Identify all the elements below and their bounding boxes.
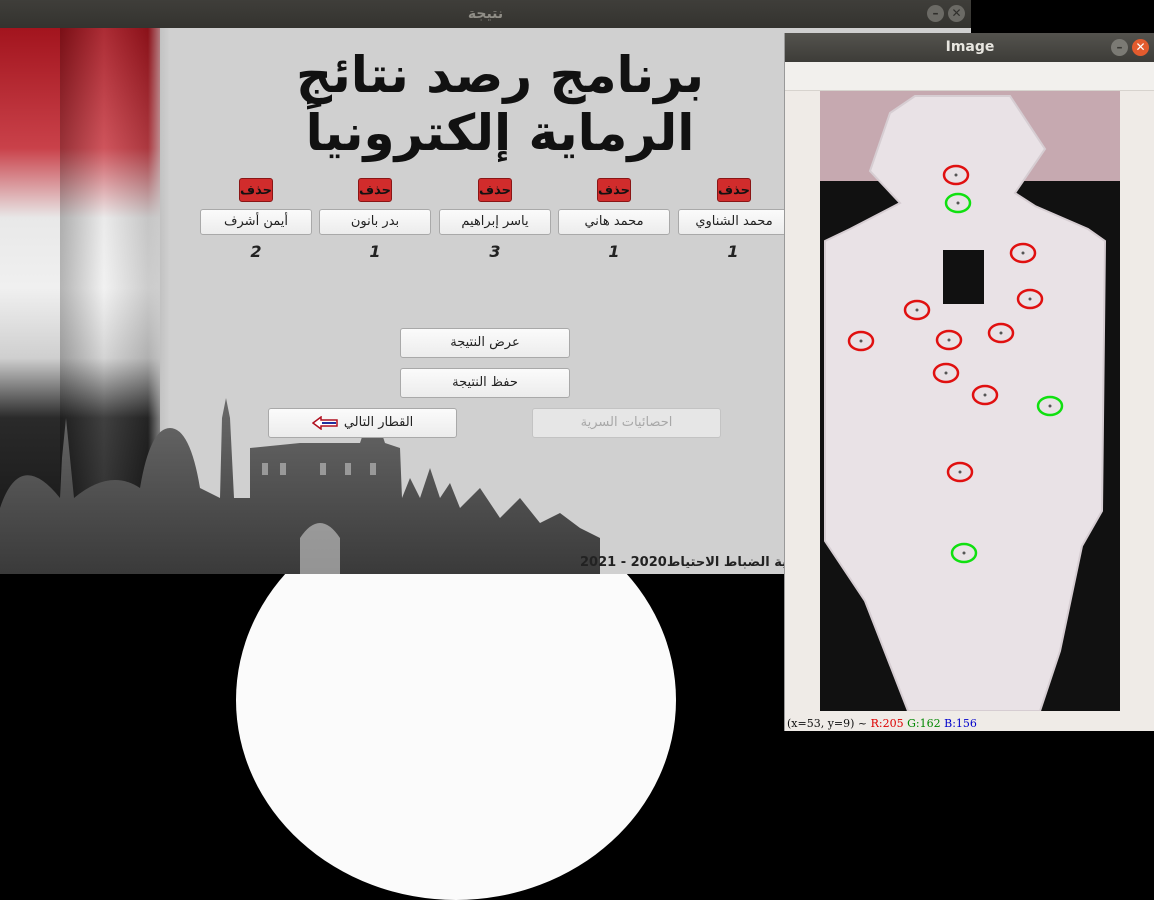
arrow-left-icon	[311, 415, 338, 430]
image-window: Image – ✕ (x=53, y=9) ~ R:205 G:162 B:15…	[784, 33, 1154, 731]
pixel-status-bar: (x=53, y=9) ~ R:205 G:162 B:156	[787, 717, 977, 730]
save-result-button[interactable]: حفظ النتيجة	[400, 368, 570, 398]
image-window-title: Image	[945, 39, 995, 55]
next-train-label: القطار التالي	[343, 415, 414, 430]
minimize-icon[interactable]: –	[927, 5, 944, 22]
result-window-titlebar[interactable]: نتيجة – ✕	[0, 0, 971, 28]
pixel-blue-value: B:156	[944, 717, 977, 730]
delete-button-shooter-2[interactable]: حذف	[358, 178, 392, 202]
shooter-score: 3	[489, 242, 501, 261]
shooter-score: 1	[727, 242, 739, 261]
result-window-title: نتيجة	[467, 6, 504, 22]
next-train-button[interactable]: القطار التالي	[268, 408, 457, 438]
shooter-score: 1	[608, 242, 620, 261]
shooter-name-button[interactable]: محمد الشناوي	[678, 209, 790, 235]
pixel-red-value: R:205	[870, 717, 904, 730]
show-result-button[interactable]: عرض النتيجة	[400, 328, 570, 358]
shooter-score: 1	[369, 242, 381, 261]
close-icon[interactable]: ✕	[948, 5, 965, 22]
image-toolbar	[785, 62, 1154, 91]
delete-button-shooter-3[interactable]: حذف	[478, 178, 512, 202]
close-icon[interactable]: ✕	[1132, 39, 1149, 56]
image-window-controls: – ✕	[1111, 39, 1149, 56]
shooter-score: 2	[250, 242, 262, 261]
delete-button-shooter-5[interactable]: حذف	[717, 178, 751, 202]
target-center-square	[943, 250, 984, 304]
shooter-name-button[interactable]: أيمن أشرف	[200, 209, 312, 235]
delete-button-shooter-4[interactable]: حذف	[597, 178, 631, 202]
shooter-name-button[interactable]: ياسر إبراهيم	[439, 209, 551, 235]
minimize-icon[interactable]: –	[1111, 39, 1128, 56]
shooter-name-button[interactable]: بدر بانون	[319, 209, 431, 235]
cursor-coords: (x=53, y=9) ~	[787, 717, 868, 730]
delete-button-shooter-1[interactable]: حذف	[239, 178, 273, 202]
shooter-name-button[interactable]: محمد هاني	[558, 209, 670, 235]
window-controls: – ✕	[927, 5, 965, 22]
app-title: برنامج رصد نتائج الرماية إلكترونياً	[296, 46, 705, 162]
pixel-green-value: G:162	[907, 717, 941, 730]
squad-statistics-button[interactable]: احصائيات السرية	[532, 408, 721, 438]
image-window-titlebar[interactable]: Image – ✕	[785, 33, 1154, 62]
target-photo[interactable]	[820, 91, 1120, 711]
